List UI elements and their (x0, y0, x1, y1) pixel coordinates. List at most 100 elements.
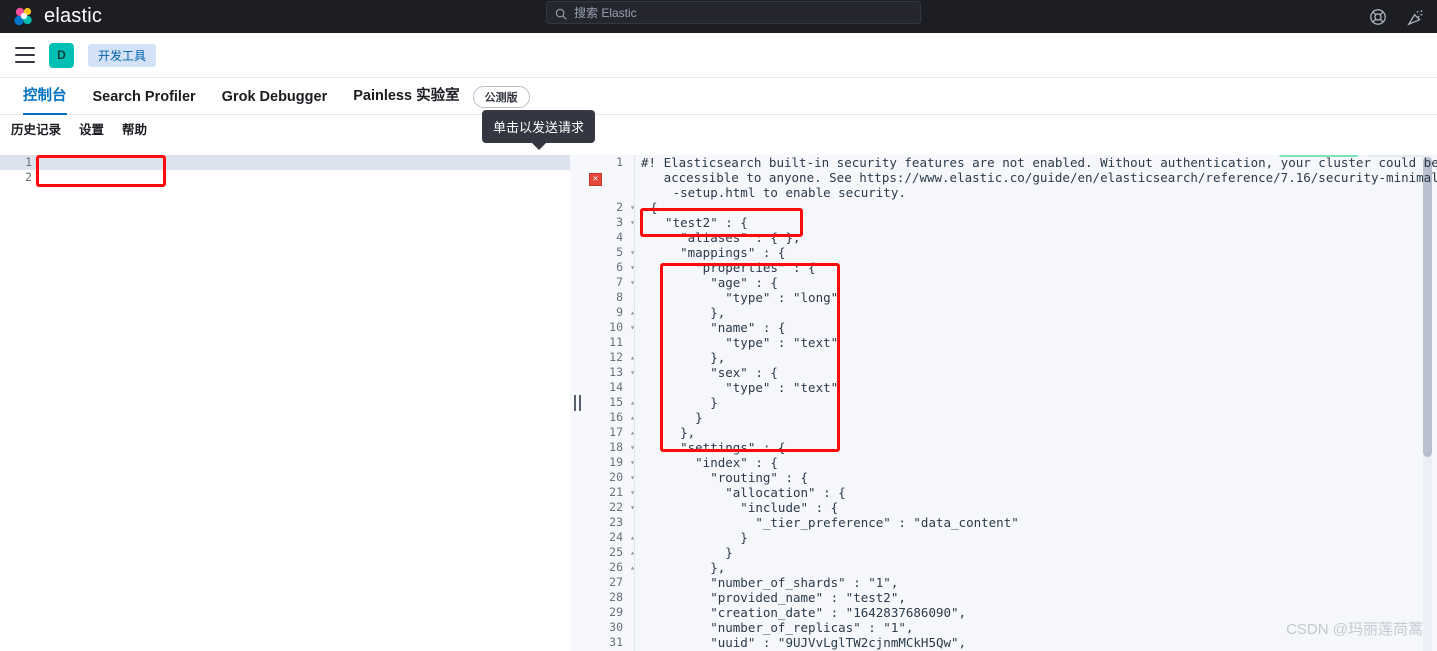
code-fold-toggle-icon[interactable]: ▾ (628, 245, 637, 260)
code-fold-toggle-icon[interactable]: ▴ (628, 425, 637, 440)
response-line-content: "type" : "text" (650, 380, 839, 395)
response-line-number: 3 (616, 215, 623, 229)
response-line-number: 16 (609, 410, 623, 424)
response-line-content: "provided_name" : "test2", (650, 590, 906, 605)
response-line: 19 ▾ "index" : { (584, 455, 1437, 470)
response-line-content: }, (650, 350, 726, 365)
response-line: 25 ▴ } (584, 545, 1437, 560)
response-line: 30 "number_of_replicas" : "1", (584, 620, 1437, 635)
code-fold-toggle-icon[interactable]: ▴ (628, 395, 637, 410)
space-avatar[interactable]: D (49, 42, 74, 68)
response-line: 15 ▴ } (584, 395, 1437, 410)
response-line-content: "uuid" : "9UJVvLglTW2cjnmMCkH5Qw", (650, 635, 967, 650)
response-line-number: 10 (609, 320, 623, 334)
response-line-number: 19 (609, 455, 623, 469)
response-line: 31 "uuid" : "9UJVvLglTW2cjnmMCkH5Qw", (584, 635, 1437, 650)
response-line-content: "include" : { (650, 500, 839, 515)
response-line-content: "type" : "long" (650, 290, 839, 305)
tab-grok-debugger[interactable]: Grok Debugger (209, 89, 341, 114)
code-fold-toggle-icon[interactable]: ▾ (628, 260, 637, 275)
console-workspace: 1 GET test2 2 200 - OK 13 ms ✕ 1 #! Elast… (0, 155, 1437, 651)
breadcrumb-item-dev-tools[interactable]: 开发工具 (88, 43, 157, 67)
submenu-item-settings[interactable]: 设置 (79, 119, 104, 138)
response-line: 16 ▴ } (584, 410, 1437, 425)
response-line: 6 ▾ "properties" : { (584, 260, 1437, 275)
response-line: 2 ▾ { (584, 200, 1437, 215)
response-line: -setup.html to enable security. (584, 185, 1437, 200)
elastic-logo-icon (13, 6, 35, 28)
code-fold-toggle-icon[interactable]: ▴ (628, 305, 637, 320)
response-line-content: "name" : { (650, 320, 786, 335)
code-fold-toggle-icon[interactable]: ▾ (628, 485, 637, 500)
response-line-content: "sex" : { (650, 365, 778, 380)
response-line-number: 6 (616, 260, 623, 274)
response-line-number: 30 (609, 620, 623, 634)
breadcrumb: D 开发工具 (0, 33, 1437, 78)
code-fold-toggle-icon[interactable]: ▴ (628, 530, 637, 545)
response-line-content: accessible to anyone. See https://www.el… (641, 170, 1437, 185)
response-line-content: "test2" : { (650, 215, 748, 230)
response-line: 27 "number_of_shards" : "1", (584, 575, 1437, 590)
lifebuoy-help-icon[interactable] (1369, 8, 1387, 26)
elastic-brand[interactable]: elastic (0, 5, 102, 28)
response-line: 20 ▾ "routing" : { (584, 470, 1437, 485)
response-line-content: } (650, 545, 733, 560)
response-line: 21 ▾ "allocation" : { (584, 485, 1437, 500)
response-line-content: } (650, 410, 703, 425)
error-marker-icon[interactable]: ✕ (589, 173, 602, 186)
code-fold-toggle-icon[interactable]: ▾ (628, 320, 637, 335)
console-submenu: 历史记录 设置 帮助 (0, 115, 1437, 142)
response-line: 9 ▴ }, (584, 305, 1437, 320)
response-line: 3 ▾ "test2" : { (584, 215, 1437, 230)
response-line-content: "properties" : { (650, 260, 816, 275)
hamburger-menu-icon[interactable] (15, 47, 35, 63)
response-line-number: 22 (609, 500, 623, 514)
code-fold-toggle-icon[interactable]: ▾ (628, 470, 637, 485)
response-line-content: }, (650, 560, 726, 575)
brand-name: elastic (44, 5, 103, 27)
tab-search-profiler[interactable]: Search Profiler (80, 89, 209, 114)
global-search-placeholder: 搜索 Elastic (574, 6, 637, 20)
response-line: 5 ▾ "mappings" : { (584, 245, 1437, 260)
response-line-number: 1 (616, 155, 623, 169)
response-line-content: }, (650, 425, 696, 440)
party-popper-whats-new-icon[interactable] (1407, 8, 1425, 26)
submenu-item-history[interactable]: 历史记录 (11, 119, 61, 138)
header-actions (1369, 0, 1425, 33)
tab-console[interactable]: 控制台 (10, 84, 80, 115)
response-line: 26 ▴ }, (584, 560, 1437, 575)
code-fold-toggle-icon[interactable]: ▾ (628, 500, 637, 515)
code-fold-toggle-icon[interactable]: ▾ (628, 365, 637, 380)
global-search-input[interactable]: 搜索 Elastic (546, 1, 921, 24)
request-editor[interactable]: 1 GET test2 2 (0, 155, 570, 651)
response-time-badge: 13 ms (1366, 155, 1425, 157)
code-fold-toggle-icon[interactable]: ▴ (628, 350, 637, 365)
submenu-item-help[interactable]: 帮助 (122, 119, 147, 138)
response-line-number: 8 (616, 290, 623, 304)
response-line: 4 "aliases" : { }, (584, 230, 1437, 245)
code-fold-toggle-icon[interactable]: ▾ (628, 200, 637, 215)
response-line-number: 31 (609, 635, 623, 649)
response-line: 28 "provided_name" : "test2", (584, 590, 1437, 605)
response-line-content: "settings" : { (650, 440, 786, 455)
code-fold-toggle-icon[interactable]: ▴ (628, 410, 637, 425)
response-line-number: 26 (609, 560, 623, 574)
code-fold-toggle-icon[interactable]: ▾ (628, 440, 637, 455)
tab-painless-lab[interactable]: Painless 实验室 (340, 84, 472, 114)
code-fold-toggle-icon[interactable]: ▴ (628, 545, 637, 560)
response-line-content: #! Elasticsearch built-in security featu… (641, 155, 1437, 170)
response-line-content: "number_of_replicas" : "1", (650, 620, 914, 635)
code-fold-toggle-icon[interactable]: ▴ (628, 560, 637, 575)
response-line-content: "routing" : { (650, 470, 809, 485)
response-lines[interactable]: 1 #! Elasticsearch built-in security feat… (584, 155, 1437, 651)
code-fold-toggle-icon[interactable]: ▾ (628, 275, 637, 290)
response-line-number: 24 (609, 530, 623, 544)
response-viewer[interactable]: 200 - OK 13 ms ✕ 1 #! Elasticsearch built… (584, 155, 1437, 651)
code-fold-toggle-icon[interactable]: ▾ (628, 455, 637, 470)
panel-resize-handle[interactable] (570, 155, 584, 651)
editor-line[interactable]: 2 (0, 170, 570, 185)
global-header: elastic 搜索 Elastic (0, 0, 1437, 33)
response-line: 12 ▴ }, (584, 350, 1437, 365)
code-fold-toggle-icon[interactable]: ▾ (628, 215, 637, 230)
response-status-row: 200 - OK 13 ms (1279, 155, 1425, 157)
